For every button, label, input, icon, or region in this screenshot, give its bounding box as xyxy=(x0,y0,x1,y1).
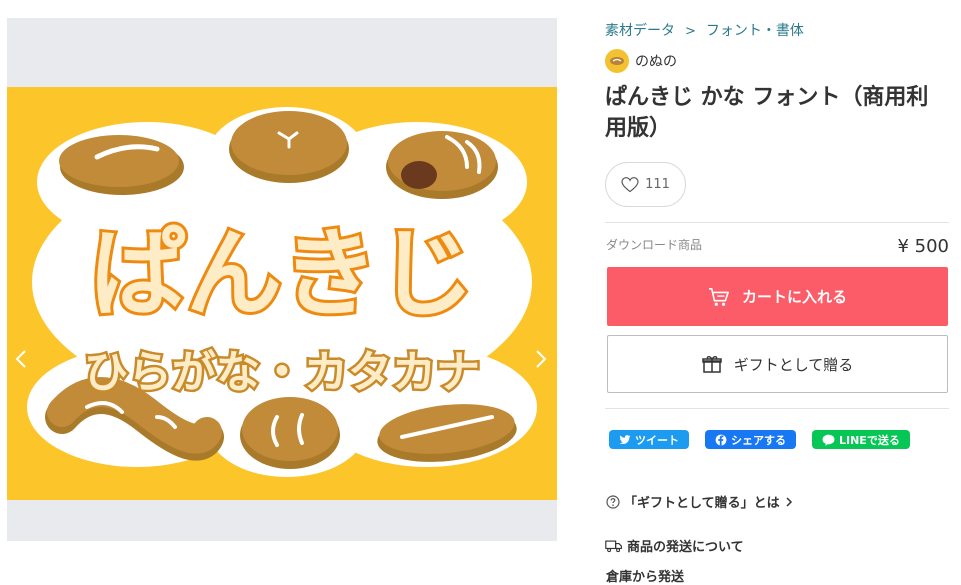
gift-icon xyxy=(701,356,722,373)
gift-help-label: 「ギフトとして贈る」とは xyxy=(624,496,780,511)
share-twitter-button[interactable]: ツイート xyxy=(609,430,689,449)
gift-label: ギフトとして贈る xyxy=(733,355,854,374)
add-to-cart-label: カートに入れる xyxy=(741,288,847,306)
share-line-button[interactable]: LINEで送る xyxy=(812,430,910,449)
shop-name: のぬの xyxy=(635,54,677,70)
chevron-right-icon: > xyxy=(685,24,696,39)
bread-icon xyxy=(610,57,624,65)
breadcrumb: 素材データ > フォント・書体 xyxy=(605,20,804,40)
sample-title-text: ぱんきじ xyxy=(90,218,474,330)
like-count: 111 xyxy=(645,177,670,192)
share-buttons: ツイート シェアする LINEで送る xyxy=(609,430,926,449)
facebook-icon xyxy=(715,434,727,445)
add-to-cart-button[interactable]: カートに入れる xyxy=(607,267,948,326)
chevron-right-icon xyxy=(786,496,792,507)
share-facebook-label: シェアする xyxy=(731,433,786,447)
product-title: ぱんきじ かな フォント（商用利用版） xyxy=(605,85,929,141)
question-circle-icon xyxy=(606,494,620,509)
shipping-subtitle: 倉庫から発送 xyxy=(606,570,685,585)
gift-help-link[interactable]: 「ギフトとして贈る」とは xyxy=(606,492,798,511)
shipping-info-heading: 商品の発送について xyxy=(605,536,744,555)
breadcrumb-item[interactable]: 素材データ xyxy=(605,23,675,39)
sample-subtitle-text: ひらがな・カタカナ xyxy=(84,347,480,398)
shop-link[interactable]: のぬの xyxy=(605,49,677,73)
chevron-right-icon xyxy=(536,350,547,368)
divider xyxy=(605,408,949,409)
breadcrumb-item[interactable]: フォント・書体 xyxy=(706,23,804,39)
product-type-label: ダウンロード商品 xyxy=(606,238,703,252)
shipping-title: 商品の発送について xyxy=(627,540,744,555)
gift-button[interactable]: ギフトとして贈る xyxy=(607,335,948,393)
divider xyxy=(605,222,949,223)
font-sample-illustration: ぱんきじ ひらがな・カタカナ xyxy=(7,87,557,500)
line-icon xyxy=(822,434,835,446)
truck-icon xyxy=(605,540,622,552)
shop-avatar xyxy=(605,49,629,73)
share-facebook-button[interactable]: シェアする xyxy=(705,430,796,449)
next-image-button[interactable] xyxy=(535,349,557,393)
like-button[interactable]: 111 xyxy=(605,162,686,207)
share-line-label: LINEで送る xyxy=(839,433,900,447)
heart-icon xyxy=(621,176,639,192)
product-image[interactable]: ぱんきじ ひらがな・カタカナ xyxy=(7,87,557,500)
chevron-left-icon xyxy=(15,350,26,368)
previous-image-button[interactable] xyxy=(15,349,39,393)
twitter-bird-icon xyxy=(619,434,631,444)
price: ¥ 500 xyxy=(897,236,949,257)
product-image-gallery: ぱんきじ ひらがな・カタカナ xyxy=(7,18,557,541)
cart-icon xyxy=(708,287,729,306)
share-twitter-label: ツイート xyxy=(635,433,679,447)
